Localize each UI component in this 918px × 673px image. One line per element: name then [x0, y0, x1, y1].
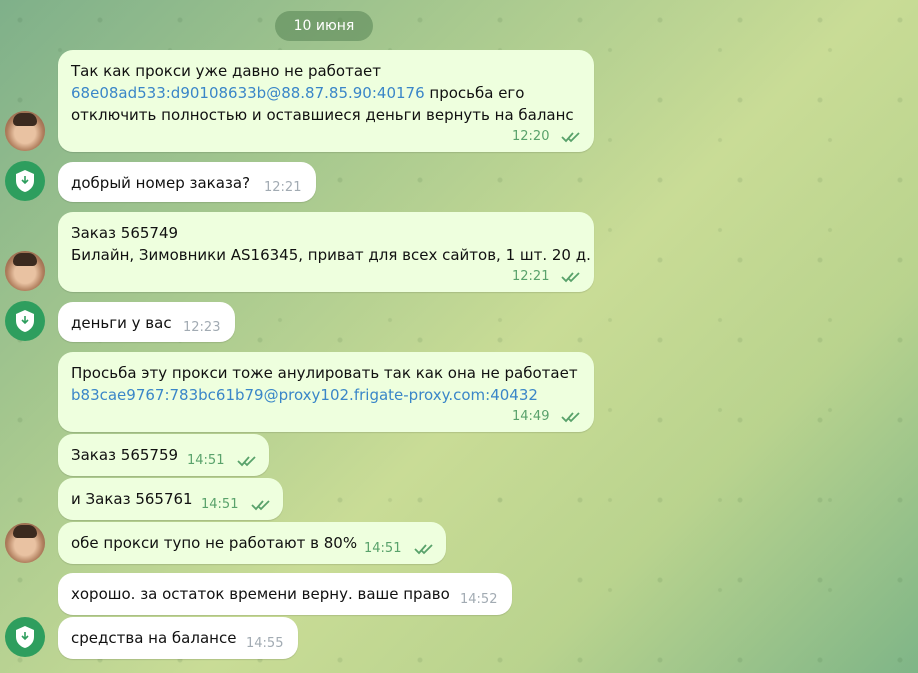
message-bubble-outgoing[interactable]: и Заказ 565761 14:51 — [58, 478, 283, 520]
message-text-line: 68e08ad533:d90108633b@88.87.85.90:40176 … — [71, 82, 524, 104]
message-bubble-outgoing[interactable]: Просьба эту прокси тоже анулировать так … — [58, 352, 594, 432]
shield-icon — [16, 170, 34, 192]
message-time: 14:52 — [460, 592, 498, 607]
support-avatar[interactable] — [5, 301, 45, 341]
shield-icon — [16, 310, 34, 332]
double-check-icon — [414, 544, 433, 555]
message-text: просьба его — [424, 84, 525, 102]
message-bubble-incoming[interactable]: добрый номер заказа? 12:21 — [58, 162, 316, 202]
proxy-link[interactable]: 68e08ad533:d90108633b@88.87.85.90:40176 — [71, 84, 425, 102]
message-time: 14:51 — [364, 541, 402, 556]
message-text: Заказ 565749 — [71, 224, 179, 242]
proxy-link[interactable]: b83cae9767:783bc61b79@proxy102.frigate-p… — [71, 384, 538, 406]
message-time: 12:20 — [512, 129, 550, 144]
message-time: 14:49 — [512, 409, 550, 424]
message-text: добрый номер заказа? — [71, 174, 251, 192]
date-separator: 10 июня — [275, 11, 373, 41]
message-text: отключить полностью и оставшиеся деньги … — [71, 106, 574, 124]
message-time: 14:55 — [246, 636, 284, 651]
message-bubble-incoming[interactable]: хорошо. за остаток времени верну. ваше п… — [58, 573, 512, 615]
message-text: Билайн, Зимовники AS16345, приват для вс… — [71, 246, 591, 264]
support-avatar[interactable] — [5, 161, 45, 201]
user-avatar[interactable] — [5, 251, 45, 291]
message-time: 12:23 — [183, 320, 221, 335]
message-text: обе прокси тупо не работают в 80% — [71, 534, 358, 552]
message-time: 14:51 — [187, 453, 225, 468]
double-check-icon — [561, 412, 580, 423]
double-check-icon — [561, 132, 580, 143]
message-text: Просьба эту прокси тоже анулировать так … — [71, 364, 578, 382]
message-bubble-outgoing[interactable]: Заказ 565749 Билайн, Зимовники AS16345, … — [58, 212, 594, 292]
user-avatar[interactable] — [5, 111, 45, 151]
message-bubble-incoming[interactable]: средства на балансе 14:55 — [58, 617, 298, 659]
message-time: 14:51 — [201, 497, 239, 512]
message-time: 12:21 — [264, 180, 302, 195]
double-check-icon — [561, 272, 580, 283]
message-text: Заказ 565759 — [71, 446, 179, 464]
message-time: 12:21 — [512, 269, 550, 284]
shield-icon — [16, 626, 34, 648]
message-bubble-outgoing[interactable]: обе прокси тупо не работают в 80% 14:51 — [58, 522, 446, 564]
double-check-icon — [251, 500, 270, 511]
message-bubble-outgoing[interactable]: Так как прокси уже давно не работает 68e… — [58, 50, 594, 152]
user-avatar[interactable] — [5, 523, 45, 563]
message-text: деньги у вас — [71, 314, 172, 332]
double-check-icon — [237, 456, 256, 467]
support-avatar[interactable] — [5, 617, 45, 657]
message-text: и Заказ 565761 — [71, 490, 193, 508]
message-text: средства на балансе — [71, 629, 237, 647]
message-bubble-incoming[interactable]: деньги у вас 12:23 — [58, 302, 235, 342]
message-text: Так как прокси уже давно не работает — [71, 62, 381, 80]
message-bubble-outgoing[interactable]: Заказ 565759 14:51 — [58, 434, 269, 476]
message-text: хорошо. за остаток времени верну. ваше п… — [71, 585, 450, 603]
